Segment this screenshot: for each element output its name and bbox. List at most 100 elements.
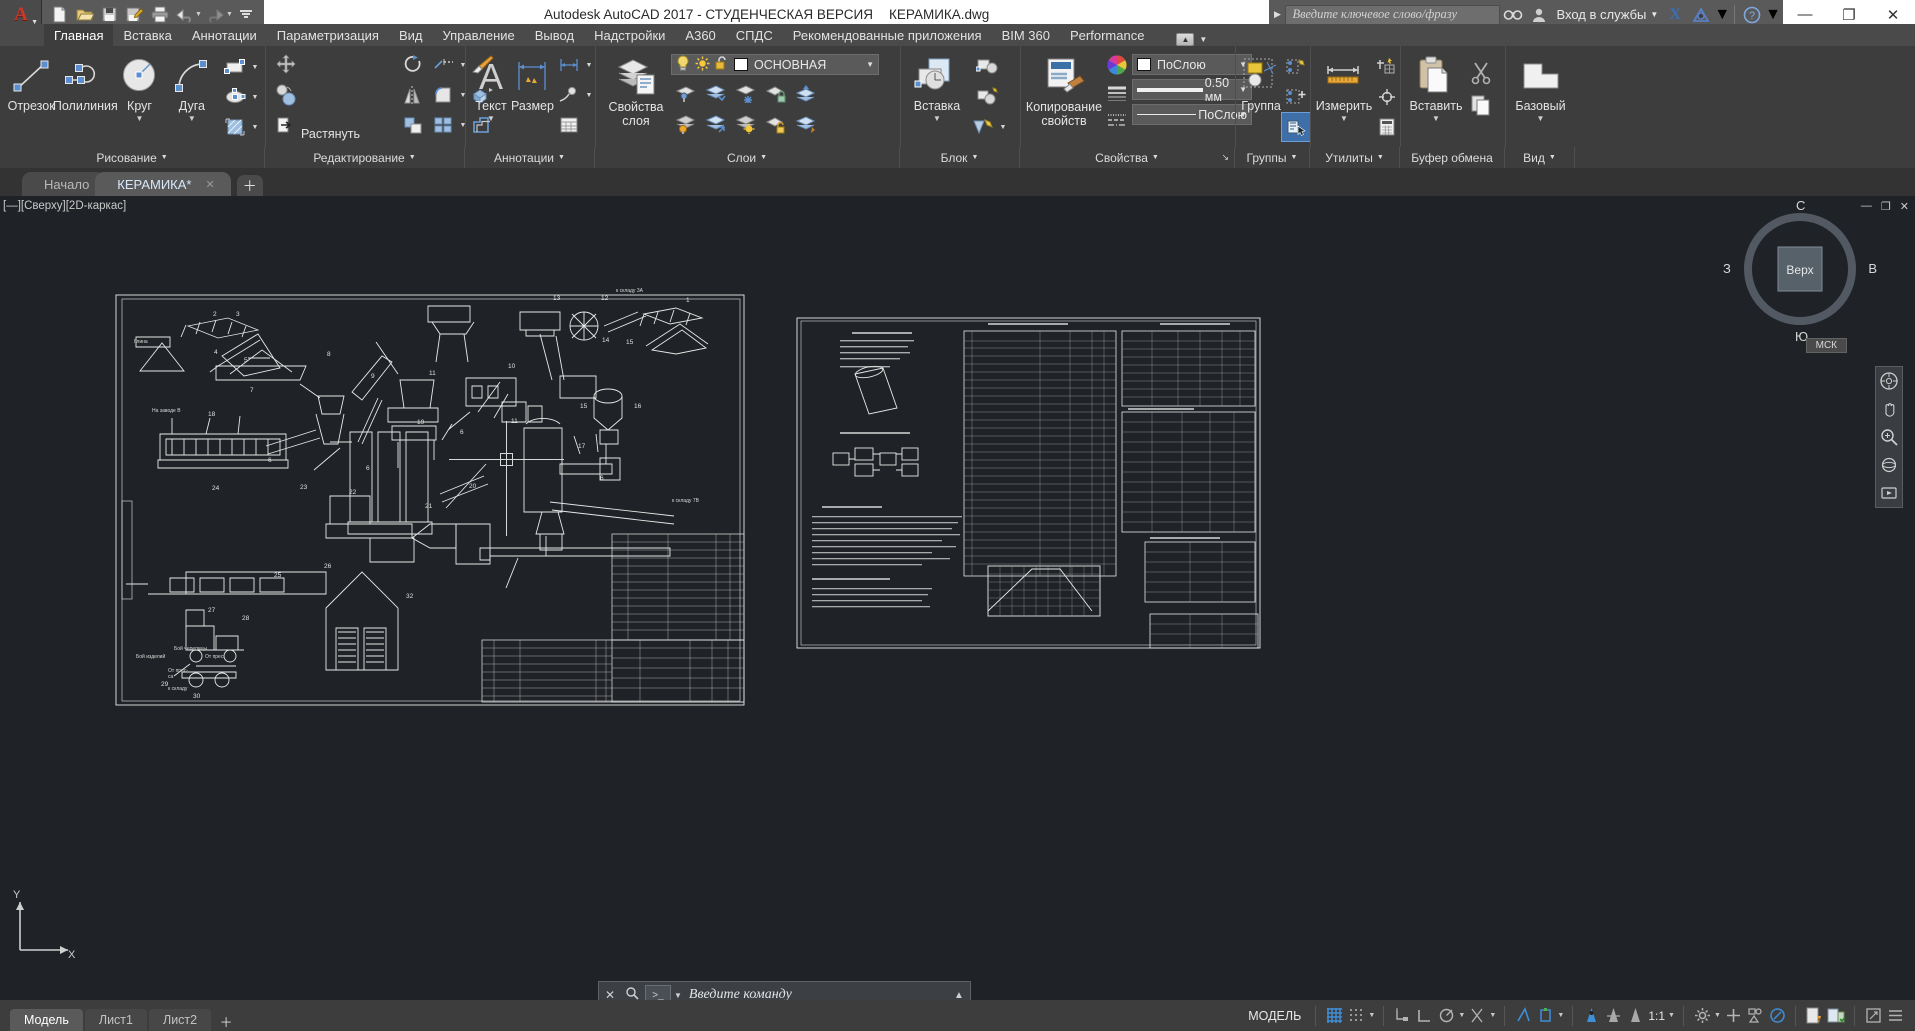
redo-icon[interactable] <box>204 3 227 26</box>
calculator-icon[interactable] <box>1372 112 1402 142</box>
chevron-down-icon[interactable]: ▼ <box>1713 1012 1722 1019</box>
ribbon-tab-parametric[interactable]: Параметризация <box>267 24 389 46</box>
ribbon-tab-manage[interactable]: Управление <box>432 24 524 46</box>
panel-label-annotation[interactable]: Аннотации ▼ <box>465 147 595 168</box>
orbit-icon[interactable] <box>1880 455 1898 475</box>
chevron-down-icon[interactable]: ▼ <box>1377 154 1384 161</box>
chevron-down-icon[interactable]: ▼ <box>136 114 144 123</box>
tool-polyline[interactable]: Полилиния <box>53 50 118 113</box>
layer-make-current-icon[interactable] <box>791 79 820 106</box>
tool-layer-properties[interactable]: Свойства слоя <box>601 50 671 128</box>
chevron-down-icon[interactable]: ▼ <box>1152 154 1159 161</box>
new-layout-button[interactable]: ＋ <box>215 1011 237 1031</box>
panel-label-groups[interactable]: Группы ▼ <box>1235 147 1310 168</box>
chevron-down-icon[interactable]: ▼ <box>1714 6 1730 24</box>
chevron-down-icon[interactable]: ▼ <box>1488 1012 1497 1019</box>
qat-more-icon[interactable] <box>235 3 258 26</box>
layer-turn-on-icon[interactable] <box>701 110 730 137</box>
edit-block-icon[interactable] <box>973 82 1003 112</box>
copy-object-icon[interactable] <box>271 80 301 110</box>
ribbon-tab-home[interactable]: Главная <box>44 24 114 46</box>
panel-dialog-launcher-icon[interactable]: ↘ <box>1221 152 1229 163</box>
ribbon-tab-annotate[interactable]: Аннотации <box>182 24 267 46</box>
hardware-acceleration-icon[interactable] <box>1722 1005 1744 1027</box>
tool-measure[interactable]: Измерить ▼ <box>1316 50 1372 123</box>
dimension-linear-icon[interactable] <box>554 50 584 80</box>
layout-tab-model[interactable]: Модель <box>10 1009 83 1031</box>
chevron-down-icon[interactable]: ▼ <box>250 64 260 71</box>
drawing-recovery-icon[interactable] <box>1803 1005 1825 1027</box>
showmotion-icon[interactable] <box>1880 483 1898 503</box>
table-icon[interactable] <box>554 110 584 140</box>
tool-insert-block[interactable]: Вставка ▼ <box>906 50 968 123</box>
user-account-icon[interactable] <box>1526 3 1552 27</box>
chevron-down-icon[interactable]: ▼ <box>1765 6 1781 24</box>
command-input[interactable]: Введите команду <box>685 987 948 1000</box>
search-icon[interactable] <box>621 987 643 1000</box>
linetype-list-icon[interactable] <box>1106 112 1128 135</box>
chevron-down-icon[interactable]: ▼ <box>933 114 941 123</box>
panel-label-properties[interactable]: Свойства ▼ ↘ <box>1020 147 1235 168</box>
chevron-down-icon[interactable]: ▼ <box>971 154 978 161</box>
viewcube-north-label[interactable]: С <box>1796 198 1805 213</box>
ellipse-icon[interactable] <box>220 82 250 112</box>
chevron-down-icon[interactable]: ▼ <box>1291 154 1298 161</box>
tool-dimension[interactable]: Размер <box>511 50 554 113</box>
graphics-performance-icon[interactable] <box>1766 1005 1788 1027</box>
open-icon[interactable] <box>73 3 96 26</box>
layer-change-to-current-icon[interactable] <box>791 110 820 137</box>
chevron-down-icon[interactable]: ▼ <box>558 154 565 161</box>
lightbulb-icon[interactable] <box>676 55 690 74</box>
ribbon-tab-output[interactable]: Вывод <box>525 24 584 46</box>
search-icon[interactable] <box>1500 3 1526 27</box>
chevron-down-icon[interactable]: ▼ <box>250 124 260 131</box>
group-selection-toggle[interactable] <box>1281 112 1311 142</box>
scale-icon[interactable] <box>398 110 428 140</box>
help-icon[interactable]: ? <box>1739 3 1765 27</box>
doc-tab-start[interactable]: Начало <box>22 172 106 196</box>
chevron-down-icon[interactable]: ▼ <box>250 94 260 101</box>
infocenter-expand-icon[interactable]: ▶ <box>1269 9 1285 20</box>
object-snap-tracking-icon[interactable] <box>1466 1005 1488 1027</box>
panel-label-layers[interactable]: Слои ▼ <box>595 147 900 168</box>
infer-constraints-icon[interactable] <box>1391 1005 1413 1027</box>
stretch-icon[interactable] <box>271 110 301 140</box>
ribbon-minimize-control[interactable]: ▲ ▼ <box>1176 33 1207 46</box>
chevron-down-icon[interactable]: ▼ <box>671 991 685 1000</box>
infocenter-search-input[interactable]: Введите ключевое слово/фразу <box>1285 4 1501 25</box>
layout-tab-layout2[interactable]: Лист2 <box>149 1009 212 1031</box>
chevron-down-icon[interactable]: ▼ <box>1537 114 1545 123</box>
exchange-apps-icon[interactable]: X <box>1662 3 1688 27</box>
cut-icon[interactable] <box>1466 56 1496 90</box>
color-selector[interactable]: ПоСлою ▼ <box>1132 54 1252 75</box>
ribbon-tab-a360[interactable]: A360 <box>675 24 725 46</box>
close-icon[interactable]: ✕ <box>599 988 621 1000</box>
chevron-down-icon[interactable]: ▼ <box>409 154 416 161</box>
chevron-down-icon[interactable]: ▼ <box>584 92 594 99</box>
trim-icon[interactable] <box>428 50 458 80</box>
ribbon-tab-view[interactable]: Вид <box>389 24 433 46</box>
viewcube-east-label[interactable]: В <box>1868 261 1877 276</box>
layout-tab-layout1[interactable]: Лист1 <box>84 1009 147 1031</box>
annotation-visibility-icon[interactable] <box>1624 1005 1646 1027</box>
panel-label-view[interactable]: Вид ▼ <box>1505 147 1575 168</box>
isolate-objects-icon[interactable] <box>1744 1005 1766 1027</box>
sheet-set-icon[interactable] <box>1825 1005 1847 1027</box>
layer-thaw-all-icon[interactable] <box>731 110 760 137</box>
ribbon-tab-insert[interactable]: Вставка <box>113 24 181 46</box>
mirror-icon[interactable] <box>398 80 428 110</box>
chevron-down-icon[interactable]: ▼ <box>1457 1012 1466 1019</box>
array-icon[interactable] <box>428 110 458 140</box>
color-wheel-icon[interactable] <box>1106 54 1128 81</box>
unlock-icon[interactable] <box>715 55 729 74</box>
undo-icon[interactable] <box>173 3 196 26</box>
hatch-icon[interactable] <box>220 112 250 142</box>
ribbon-tab-addins[interactable]: Надстройки <box>584 24 675 46</box>
autodesk-a360-icon[interactable] <box>1688 3 1714 27</box>
close-icon[interactable]: ✕ <box>206 178 215 191</box>
lineweight-selector[interactable]: 0.50 мм ▼ <box>1132 76 1252 104</box>
command-line[interactable]: ✕ >_ ▼ Введите команду ▲ <box>598 981 971 1000</box>
customization-menu-icon[interactable] <box>1884 1005 1906 1027</box>
save-as-icon[interactable] <box>123 3 146 26</box>
chevron-down-icon[interactable]: ▼ <box>1556 1012 1565 1019</box>
